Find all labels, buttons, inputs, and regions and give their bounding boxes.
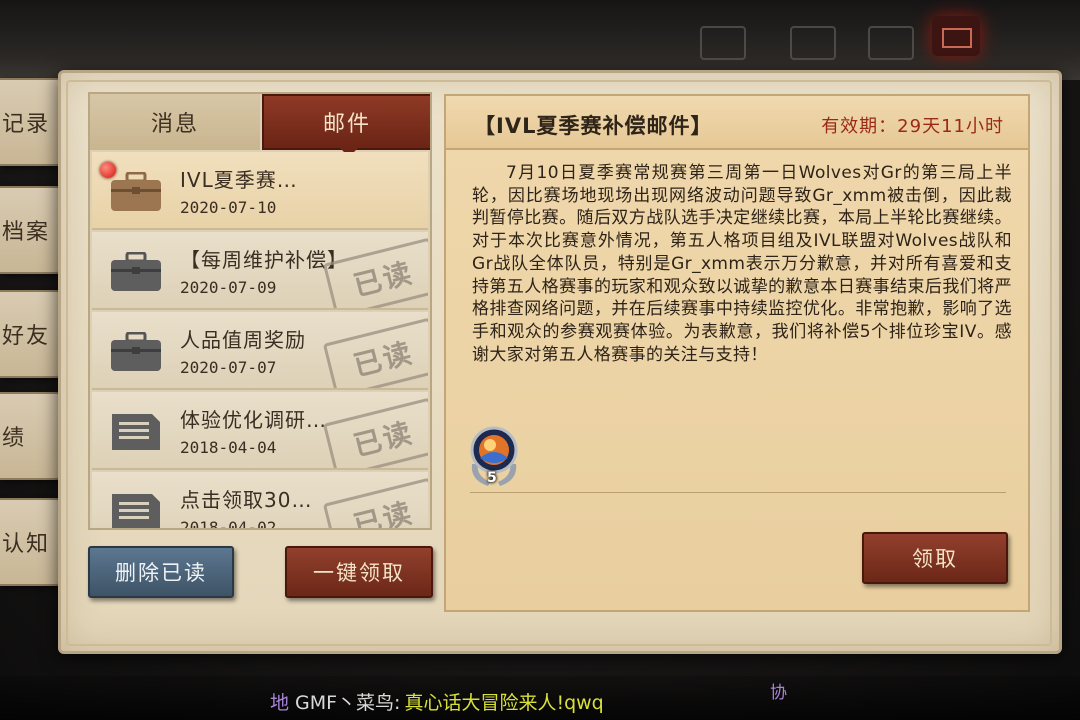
briefcase-icon xyxy=(111,332,161,371)
briefcase-icon xyxy=(111,172,161,211)
claim-all-button[interactable]: 一键领取 xyxy=(285,546,433,598)
unread-indicator xyxy=(100,162,116,178)
chat-message-line[interactable]: 地 GMF丶菜鸟: 真心话大冒险来人!qwq xyxy=(270,688,604,715)
expiry-label: 有效期：29天11小时 xyxy=(821,116,1004,137)
mail-date: 2020-07-10 xyxy=(180,198,277,217)
mail-date: 2020-07-09 xyxy=(180,278,277,297)
mail-title: 【每周维护补偿】 xyxy=(180,248,348,272)
mail-item[interactable]: IVL夏季赛… 2020-07-10 xyxy=(92,152,428,230)
chat-channel-tag: 协 xyxy=(770,683,787,703)
mail-title: IVL夏季赛… xyxy=(180,168,298,192)
mail-date: 2018-04-04 xyxy=(180,438,277,457)
side-tab-cognition[interactable]: 认知 xyxy=(0,498,64,586)
mail-title: 体验优化调研… xyxy=(180,408,327,432)
tab-mail[interactable]: 邮件 xyxy=(262,94,430,157)
mail-item[interactable]: 【每周维护补偿】 2020-07-09 已读 xyxy=(92,232,428,310)
tab-messages[interactable]: 消息 xyxy=(90,94,260,150)
side-tab-label: 档案 xyxy=(2,220,51,245)
read-stamp: 已读 xyxy=(322,317,428,388)
background-scene xyxy=(0,0,1080,80)
read-stamp: 已读 xyxy=(322,397,428,468)
mail-detail-title: 【IVL夏季赛补偿邮件】 xyxy=(474,114,713,138)
scene-decoration xyxy=(700,26,746,60)
briefcase-icon xyxy=(111,252,161,291)
scene-decoration xyxy=(790,26,836,60)
side-tab-label: 绩 xyxy=(2,426,27,451)
mail-title: 点击领取30… xyxy=(180,488,313,512)
side-tab-label: 认知 xyxy=(2,532,51,557)
mail-date: 2020-07-07 xyxy=(180,358,277,377)
document-icon xyxy=(112,414,160,450)
mail-item[interactable]: 体验优化调研… 2018-04-04 已读 xyxy=(92,392,428,470)
claim-button[interactable]: 领取 xyxy=(862,532,1008,584)
mail-date: 2018-04-02 xyxy=(180,518,277,530)
side-tab-friends[interactable]: 好友 xyxy=(0,290,64,378)
chat-text: 真心话大冒险来人!qwq xyxy=(404,692,604,714)
scene-decoration xyxy=(868,26,914,60)
document-icon xyxy=(112,494,160,528)
reward-count: 5 xyxy=(487,470,497,486)
mail-body-text: 7月10日夏季赛常规赛第三周第一日Wolves对Gr的第三局上半轮，因比赛场地现… xyxy=(472,163,1012,365)
tab-label: 消息 xyxy=(150,112,199,137)
chat-channel: 地 xyxy=(270,692,290,714)
side-tab-records[interactable]: 记录 xyxy=(0,78,64,166)
reward-divider xyxy=(470,492,1006,493)
side-tab-archive[interactable]: 档案 xyxy=(0,186,64,274)
side-tab-label: 好友 xyxy=(2,324,51,349)
tab-label: 邮件 xyxy=(322,112,371,137)
chat-sender: GMF丶菜鸟: xyxy=(295,692,401,714)
mail-item[interactable]: 人品值周奖励 2020-07-07 已读 xyxy=(92,312,428,390)
mail-title: 人品值周奖励 xyxy=(180,328,306,352)
read-stamp: 已读 xyxy=(322,477,428,528)
mail-item[interactable]: 点击领取30… 2018-04-02 已读 xyxy=(92,472,428,530)
side-tab-label: 记录 xyxy=(2,112,51,137)
delete-read-button[interactable]: 删除已读 xyxy=(88,546,234,598)
mail-detail-header: 【IVL夏季赛补偿邮件】 有效期：29天11小时 xyxy=(444,94,1030,150)
side-tab-performance[interactable]: 绩 xyxy=(0,392,64,480)
mailbox-icon[interactable] xyxy=(932,16,980,56)
mail-list: 消息 邮件 IVL夏季赛… 2020-07-10 【每周维护补偿】 2020-0… xyxy=(88,92,432,530)
